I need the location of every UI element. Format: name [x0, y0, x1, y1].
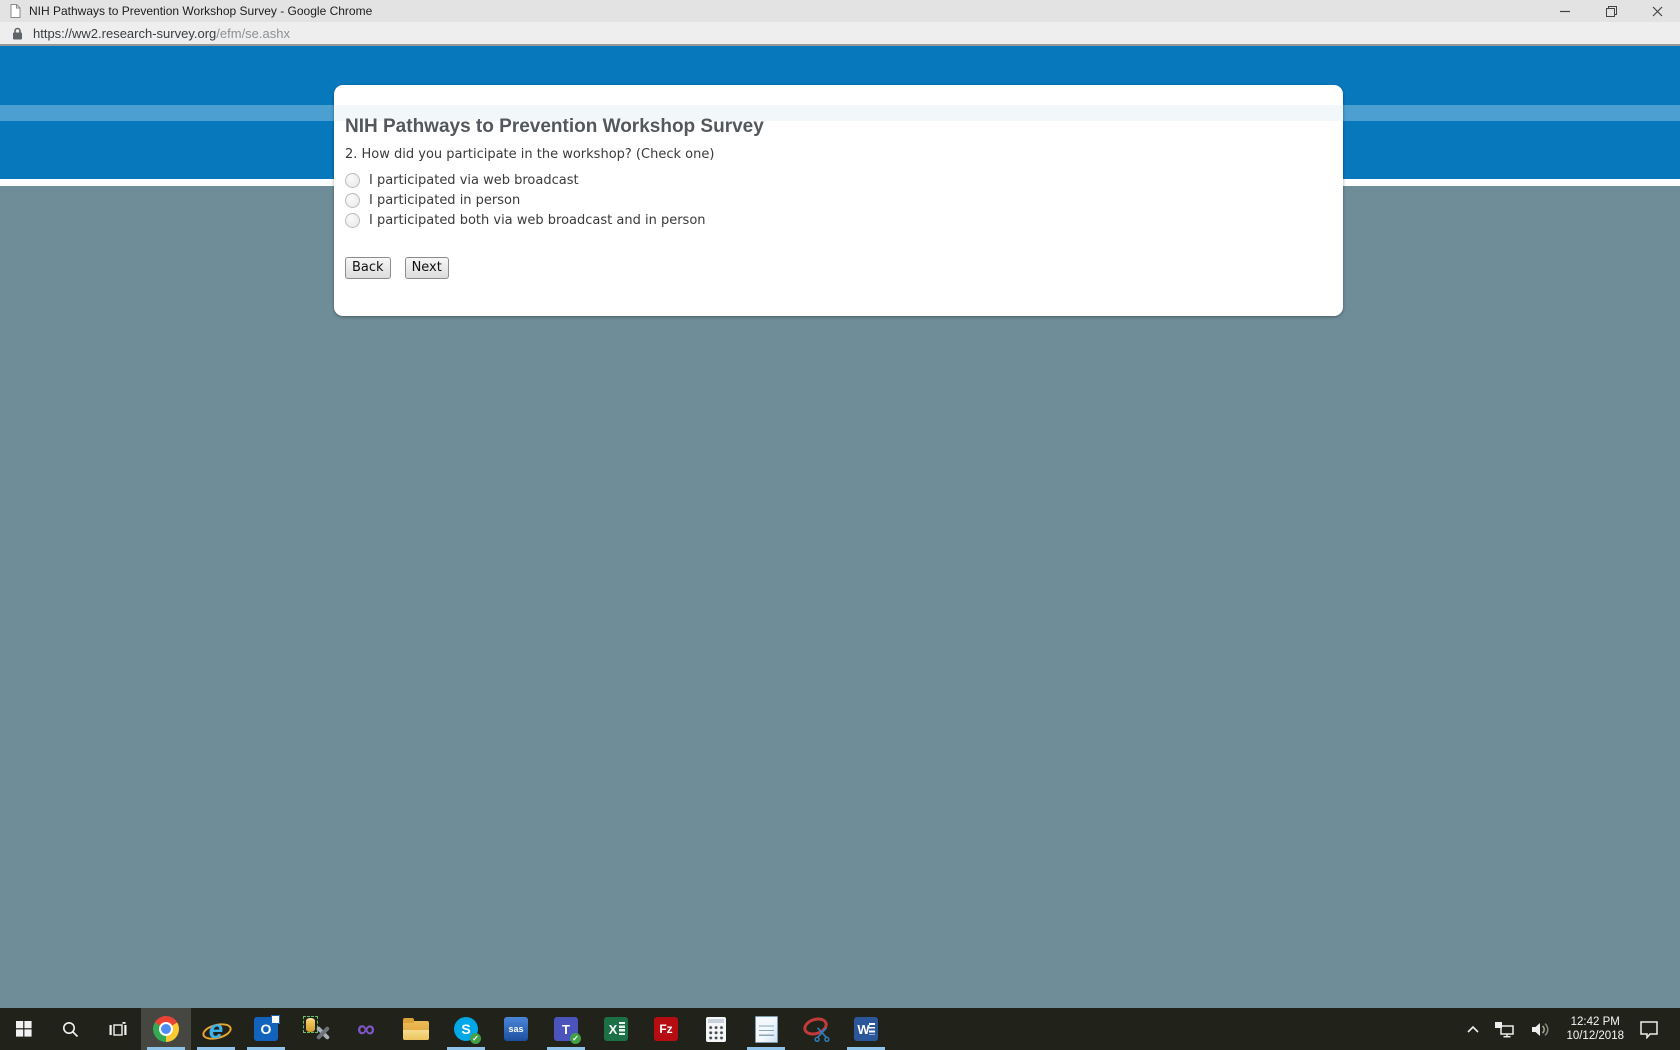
taskbar-item-notepad[interactable] [741, 1008, 791, 1050]
minimize-button[interactable] [1542, 0, 1588, 22]
page-document-icon [10, 4, 21, 18]
radio-button-icon[interactable] [345, 192, 360, 208]
taskbar-item-word[interactable]: W [841, 1008, 891, 1050]
webpage: NIH Pathways to Prevention Workshop Surv… [0, 46, 1680, 1008]
survey-option[interactable]: I participated in person [345, 190, 1323, 210]
excel-icon: X [604, 1017, 628, 1041]
notepad-icon [754, 1015, 778, 1043]
taskbar-item-calculator[interactable] [691, 1008, 741, 1050]
window-titlebar[interactable]: NIH Pathways to Prevention Workshop Surv… [0, 0, 1680, 22]
start-button[interactable] [0, 1008, 47, 1050]
calculator-icon [706, 1016, 726, 1042]
next-button[interactable]: Next [404, 257, 449, 279]
address-bar[interactable]: https://ww2.research-survey.org/efm/se.a… [0, 22, 1680, 46]
lock-icon[interactable] [12, 27, 23, 40]
network-button[interactable] [1487, 1008, 1523, 1050]
snipping-tool-icon [800, 1014, 830, 1042]
option-label[interactable]: I participated via web broadcast [369, 173, 579, 188]
outlook-icon: O [254, 1015, 280, 1041]
url-text: https://ww2.research-survey.org/efm/se.a… [33, 26, 290, 41]
taskbar-search-button[interactable] [47, 1008, 94, 1050]
url-secure-part: https://ww2.research-survey.org [33, 25, 217, 41]
taskbar-item-ssms[interactable] [291, 1008, 341, 1050]
ssms-icon [302, 1016, 330, 1042]
screen: NIH Pathways to Prevention Workshop Surv… [0, 0, 1680, 1050]
filezilla-icon: Fz [654, 1017, 678, 1041]
sas-icon: sas [504, 1017, 528, 1041]
url-path-part: /efm/se.ashx [216, 25, 290, 41]
option-label[interactable]: I participated in person [369, 193, 520, 208]
radio-button-icon[interactable] [345, 212, 360, 228]
taskbar-clock[interactable]: 12:42 PM 10/12/2018 [1558, 1008, 1632, 1050]
taskbar-item-filezilla[interactable]: Fz [641, 1008, 691, 1050]
tray-chevron-button[interactable] [1459, 1008, 1487, 1050]
word-icon: W [854, 1017, 878, 1041]
file-explorer-icon [403, 1018, 429, 1040]
radio-button-icon[interactable] [345, 172, 360, 188]
survey-card: NIH Pathways to Prevention Workshop Surv… [334, 85, 1343, 316]
taskbar-item-visual-studio[interactable]: ∞ [341, 1008, 391, 1050]
task-view-button[interactable] [94, 1008, 141, 1050]
taskbar-apps: e O ∞ S ✓ sas T ✓ X Fz W [141, 1008, 891, 1050]
internet-explorer-icon: e [200, 1014, 234, 1044]
restore-button[interactable] [1588, 0, 1634, 22]
tray-date: 10/12/2018 [1566, 1030, 1624, 1042]
survey-title: NIH Pathways to Prevention Workshop Surv… [345, 116, 764, 137]
survey-option[interactable]: I participated via web broadcast [345, 170, 1323, 190]
taskbar-item-chrome[interactable] [141, 1008, 191, 1050]
taskbar-item-excel[interactable]: X [591, 1008, 641, 1050]
teams-icon: T ✓ [554, 1017, 581, 1044]
taskbar-item-outlook[interactable]: O [241, 1008, 291, 1050]
visual-studio-icon: ∞ [357, 1014, 375, 1043]
tray-time: 12:42 PM [1570, 1016, 1620, 1028]
survey-question: 2. How did you participate in the worksh… [345, 147, 715, 162]
close-button[interactable] [1634, 0, 1680, 22]
window-title: NIH Pathways to Prevention Workshop Surv… [29, 4, 373, 18]
taskbar-item-internet-explorer[interactable]: e [191, 1008, 241, 1050]
window-controls [1542, 0, 1680, 22]
skype-icon: S ✓ [454, 1017, 481, 1044]
chrome-icon [153, 1016, 179, 1042]
survey-option[interactable]: I participated both via web broadcast an… [345, 210, 1323, 230]
options-list: I participated via web broadcast I parti… [345, 170, 1323, 230]
taskbar-item-snipping-tool[interactable] [791, 1008, 841, 1050]
taskbar: e O ∞ S ✓ sas T ✓ X Fz W 12:42 PM 10/12/2018 [0, 1008, 1680, 1050]
back-button[interactable]: Back [345, 257, 391, 279]
volume-button[interactable] [1523, 1008, 1558, 1050]
option-label[interactable]: I participated both via web broadcast an… [369, 213, 706, 228]
system-tray: 12:42 PM 10/12/2018 [1459, 1008, 1680, 1050]
survey-content: NIH Pathways to Prevention Workshop Surv… [334, 85, 1343, 279]
action-center-button[interactable] [1632, 1008, 1666, 1050]
taskbar-item-skype[interactable]: S ✓ [441, 1008, 491, 1050]
taskbar-item-teams[interactable]: T ✓ [541, 1008, 591, 1050]
taskbar-item-sas[interactable]: sas [491, 1008, 541, 1050]
survey-buttons: Back Next [345, 257, 1323, 279]
taskbar-item-file-explorer[interactable] [391, 1008, 441, 1050]
